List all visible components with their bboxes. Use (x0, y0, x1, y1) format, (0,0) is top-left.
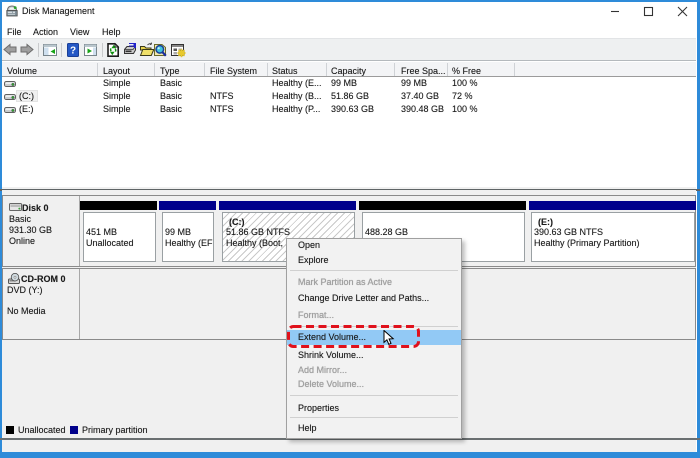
svg-text:?: ? (70, 46, 76, 57)
